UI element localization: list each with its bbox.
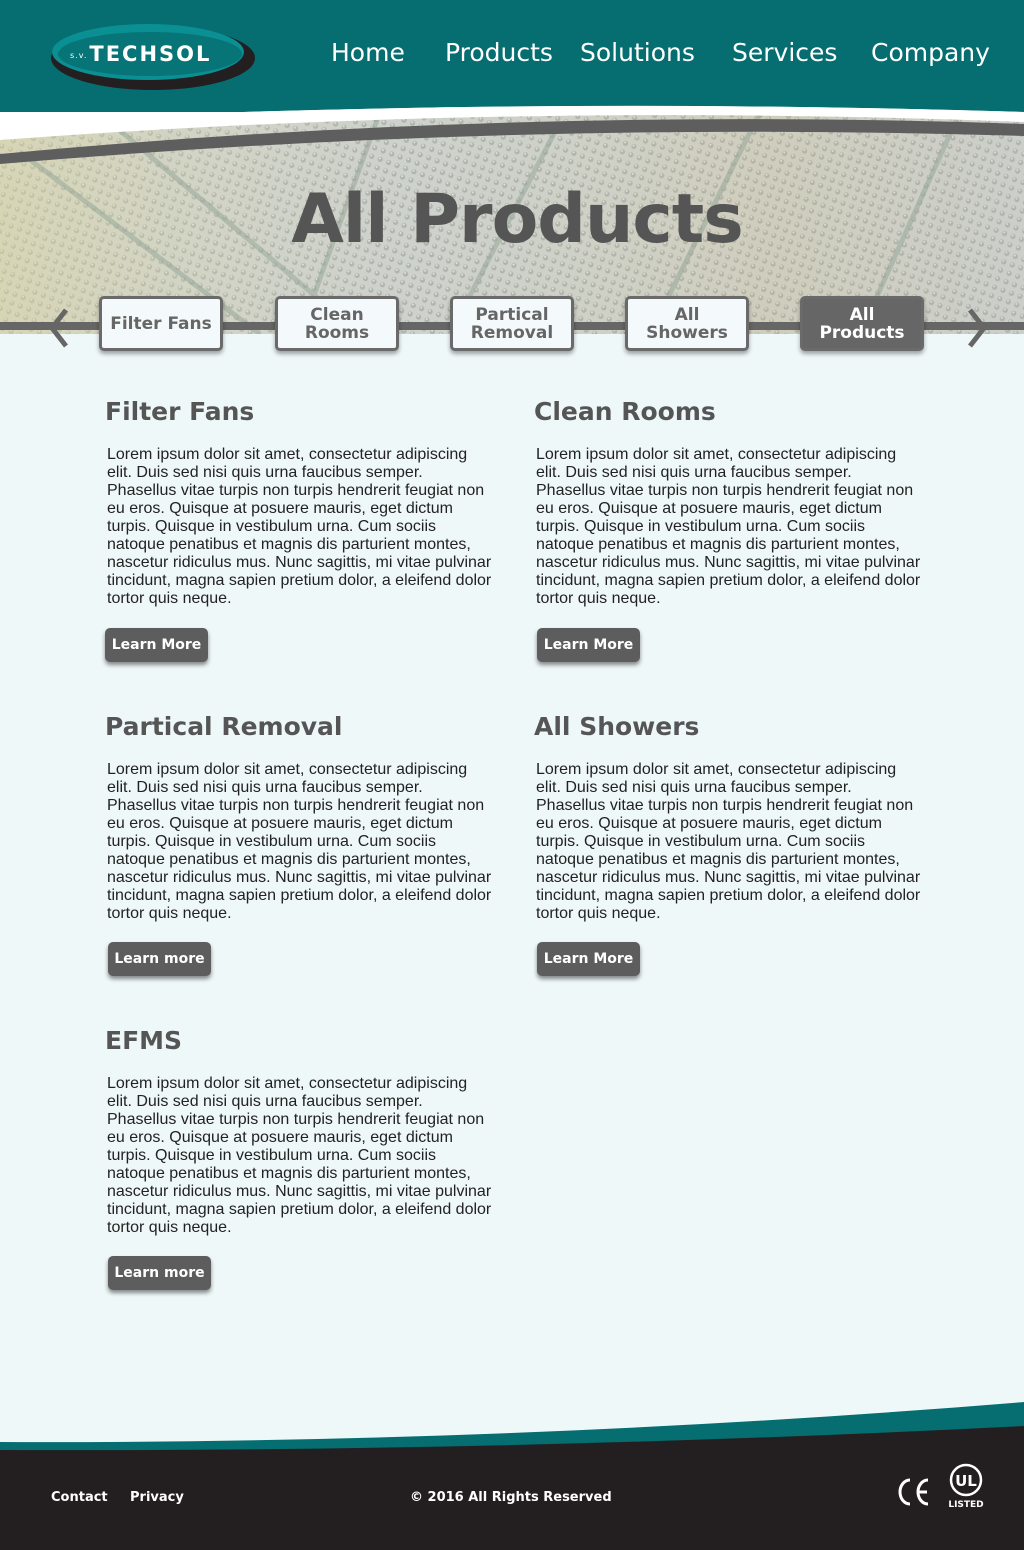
section-body: Lorem ipsum dolor sit amet, consectetur … [107, 1075, 492, 1236]
learn-more-button[interactable]: Learn More [105, 628, 208, 662]
section-body: Lorem ipsum dolor sit amet, consectetur … [107, 446, 492, 607]
footer-background [0, 1402, 1024, 1550]
ce-mark-icon [898, 1478, 929, 1506]
certification-marks: UL LISTED [898, 1463, 984, 1510]
nav-company[interactable]: Company [871, 38, 990, 67]
page: s.v.TECHSOL Home Products Solutions Serv… [0, 0, 1024, 1550]
ul-mark-text: UL [955, 1472, 977, 1490]
main-nav: Home Products Solutions Services Company [0, 38, 1024, 78]
section-body: Lorem ipsum dolor sit amet, consectetur … [536, 446, 921, 607]
section-title: All Showers [534, 712, 700, 741]
ul-listed-text: LISTED [948, 1500, 983, 1510]
footer-privacy-link[interactable]: Privacy [130, 1490, 184, 1505]
nav-solutions[interactable]: Solutions [580, 38, 695, 67]
learn-more-button[interactable]: Learn More [537, 628, 640, 662]
chevron-left-icon[interactable] [44, 306, 74, 350]
copyright-text: © 2016 All Rights Reserved [410, 1490, 612, 1505]
ul-listed-icon: UL LISTED [948, 1463, 984, 1510]
tab-clean-rooms[interactable]: Clean Rooms [275, 296, 399, 351]
section-title: Filter Fans [105, 397, 255, 426]
learn-more-button[interactable]: Learn More [537, 942, 640, 976]
learn-more-button[interactable]: Learn more [108, 1256, 211, 1290]
nav-home[interactable]: Home [331, 38, 405, 67]
page-title: All Products [291, 180, 743, 259]
tab-filter-fans[interactable]: Filter Fans [99, 296, 223, 351]
tab-all-products[interactable]: All Products [800, 296, 924, 351]
nav-services[interactable]: Services [732, 38, 837, 67]
chevron-right-icon[interactable] [962, 306, 992, 350]
section-title: EFMS [105, 1026, 183, 1055]
learn-more-button[interactable]: Learn more [108, 942, 211, 976]
footer-contact-link[interactable]: Contact [51, 1490, 108, 1505]
section-title: Clean Rooms [534, 397, 716, 426]
site-footer [0, 1400, 1024, 1550]
section-body: Lorem ipsum dolor sit amet, consectetur … [107, 761, 492, 922]
nav-products[interactable]: Products [445, 38, 553, 67]
tab-all-showers[interactable]: All Showers [625, 296, 749, 351]
section-body: Lorem ipsum dolor sit amet, consectetur … [536, 761, 921, 922]
tab-partical-removal[interactable]: Partical Removal [450, 296, 574, 351]
section-title: Partical Removal [105, 712, 343, 741]
